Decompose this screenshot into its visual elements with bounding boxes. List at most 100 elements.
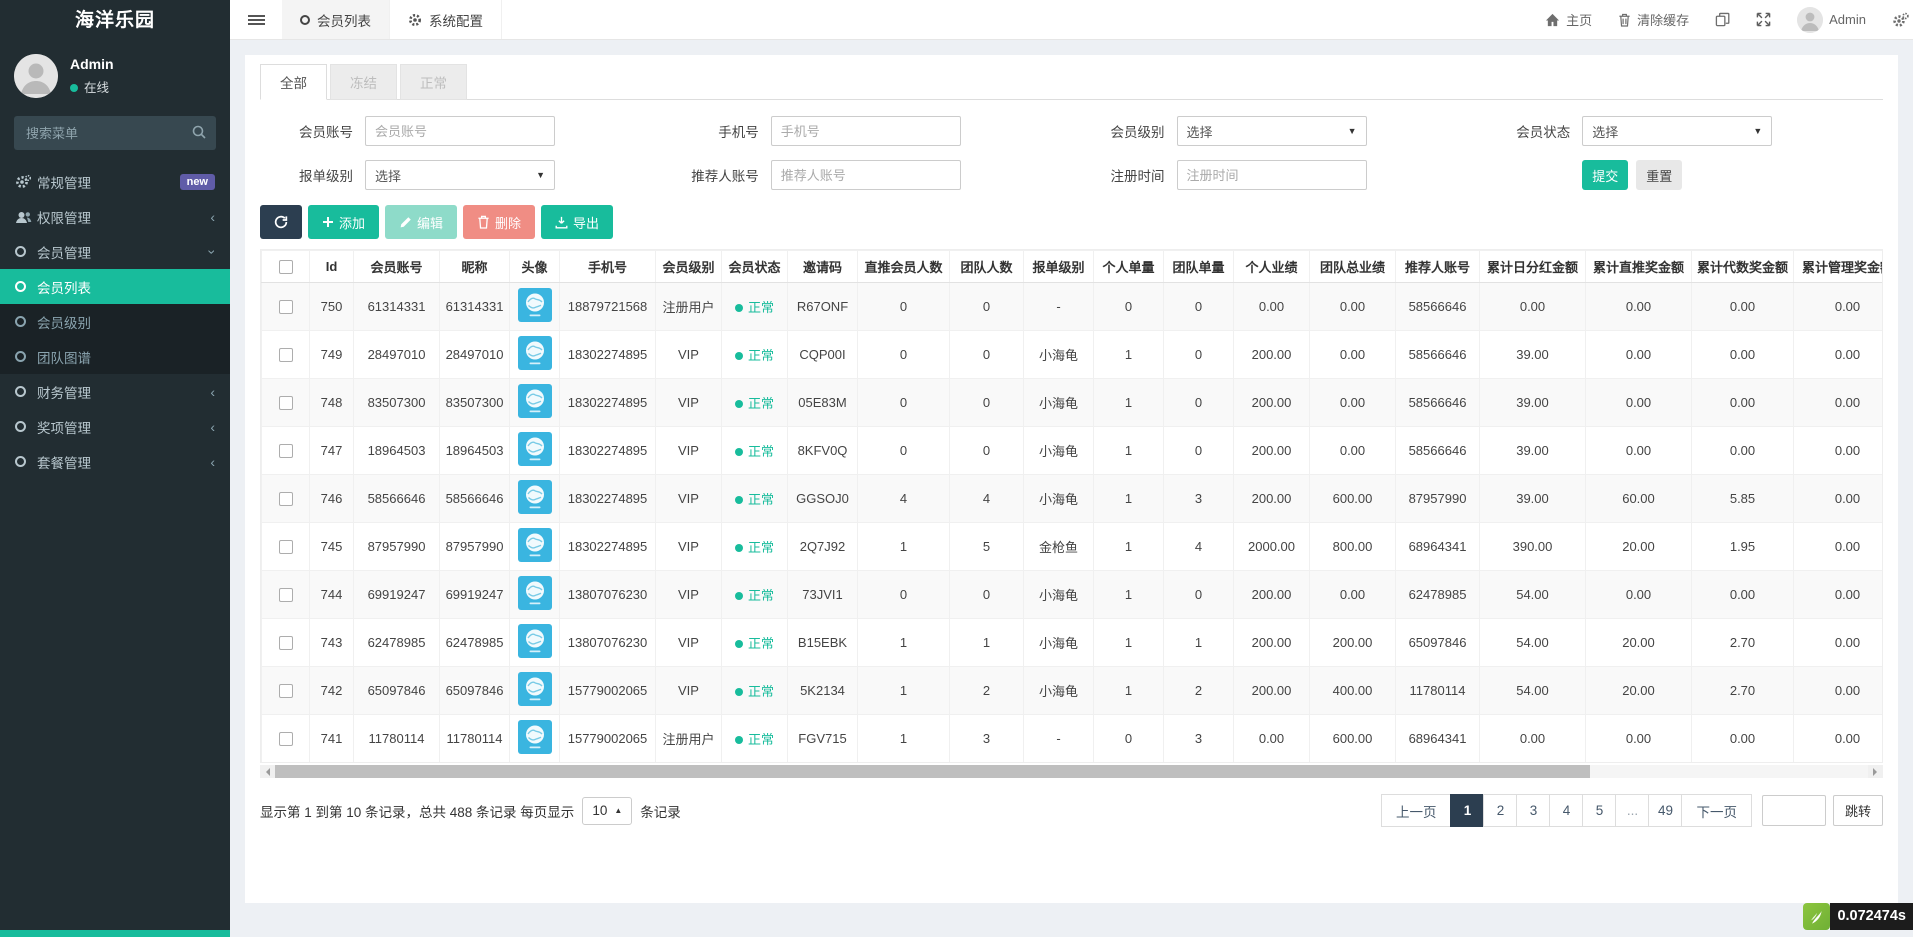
table-row[interactable]: 742650978466509784615779002065VIP正常5K213… xyxy=(262,667,1884,715)
table-row[interactable]: 744699192476991924713807076230VIP正常73JVI… xyxy=(262,571,1884,619)
row-checkbox[interactable] xyxy=(279,444,293,458)
column-header[interactable]: 个人业绩 xyxy=(1234,251,1310,283)
cell-team_perf: 0.00 xyxy=(1310,379,1396,427)
menu-search-input[interactable] xyxy=(14,116,216,150)
phone-label: 手机号 xyxy=(666,121,771,141)
fullscreen-icon[interactable] xyxy=(1756,12,1771,27)
submit-button[interactable]: 提交 xyxy=(1582,160,1628,190)
column-header[interactable]: 团队人数 xyxy=(950,251,1024,283)
row-checkbox[interactable] xyxy=(279,396,293,410)
column-header[interactable]: 直推会员人数 xyxy=(858,251,950,283)
column-header[interactable]: 累计管理奖金额 xyxy=(1794,251,1884,283)
search-icon[interactable] xyxy=(191,124,207,140)
page-button-4[interactable]: 4 xyxy=(1549,794,1583,827)
row-checkbox[interactable] xyxy=(279,348,293,362)
order-level-select[interactable]: 选择▼ xyxy=(365,160,555,190)
table-row[interactable]: 741117801141178011415779002065注册用户正常FGV7… xyxy=(262,715,1884,763)
edit-button[interactable]: 编辑 xyxy=(385,205,457,239)
row-checkbox[interactable] xyxy=(279,492,293,506)
column-header[interactable]: 昵称 xyxy=(440,251,510,283)
table-row[interactable]: 749284970102849701018302274895VIP正常CQP00… xyxy=(262,331,1884,379)
column-header[interactable]: 累计代数奖金额 xyxy=(1692,251,1794,283)
sidebar-toggle-button[interactable] xyxy=(230,0,282,39)
column-header[interactable]: 累计日分红金额 xyxy=(1480,251,1586,283)
clear-cache-link[interactable]: 清除缓存 xyxy=(1618,10,1689,29)
jump-page-input[interactable] xyxy=(1762,795,1826,826)
table-row[interactable]: 750613143316131433118879721568注册用户正常R67O… xyxy=(262,283,1884,331)
member-status-select[interactable]: 选择▼ xyxy=(1582,116,1772,146)
column-header[interactable]: 团队总业绩 xyxy=(1310,251,1396,283)
row-checkbox[interactable] xyxy=(279,636,293,650)
copy-files-icon[interactable] xyxy=(1715,12,1730,27)
horizontal-scrollbar[interactable] xyxy=(260,765,1883,778)
table-row[interactable]: 743624789856247898513807076230VIP正常B15EB… xyxy=(262,619,1884,667)
tab-frozen[interactable]: 冻结 xyxy=(330,64,397,100)
sidebar-item-general-management[interactable]: 常规管理 new xyxy=(0,164,230,199)
reg-time-input[interactable] xyxy=(1177,160,1367,190)
cell-avatar xyxy=(510,523,560,571)
next-page-button[interactable]: 下一页 xyxy=(1681,794,1752,827)
home-link[interactable]: 主页 xyxy=(1545,10,1592,29)
scrollbar-thumb[interactable] xyxy=(275,765,1590,778)
row-checkbox[interactable] xyxy=(279,732,293,746)
column-header[interactable]: 累计直推奖金额 xyxy=(1586,251,1692,283)
column-header[interactable]: 会员账号 xyxy=(354,251,440,283)
table-row[interactable]: 746585666465856664618302274895VIP正常GGSOJ… xyxy=(262,475,1884,523)
add-button[interactable]: 添加 xyxy=(308,205,379,239)
page-size-select[interactable]: 10▲ xyxy=(582,797,632,825)
scroll-left-arrow[interactable] xyxy=(260,765,275,778)
reset-button[interactable]: 重置 xyxy=(1636,160,1682,190)
column-header[interactable]: 会员级别 xyxy=(656,251,722,283)
level-select[interactable]: 选择▼ xyxy=(1177,116,1367,146)
table-row[interactable]: 745879579908795799018302274895VIP正常2Q7J9… xyxy=(262,523,1884,571)
sidebar-item-award-management[interactable]: 奖项管理 ‹ xyxy=(0,409,230,444)
plus-icon xyxy=(322,216,334,228)
page-button-3[interactable]: 3 xyxy=(1516,794,1550,827)
scroll-right-arrow[interactable] xyxy=(1868,765,1883,778)
sidebar-item-team-graph[interactable]: 团队图谱 xyxy=(0,339,230,374)
sidebar-item-finance-management[interactable]: 财务管理 ‹ xyxy=(0,374,230,409)
user-menu[interactable]: Admin xyxy=(1797,7,1866,33)
column-header[interactable]: 会员状态 xyxy=(722,251,788,283)
column-header[interactable]: 邀请码 xyxy=(788,251,858,283)
sidebar-item-permission-management[interactable]: 权限管理 ‹ xyxy=(0,199,230,234)
cell-personal_qty: 1 xyxy=(1094,667,1164,715)
tab-member-list[interactable]: 会员列表 xyxy=(282,0,390,39)
row-checkbox[interactable] xyxy=(279,588,293,602)
row-select-cell xyxy=(262,475,310,523)
export-button[interactable]: 导出 xyxy=(541,205,613,239)
tab-normal[interactable]: 正常 xyxy=(400,64,467,100)
delete-button[interactable]: 删除 xyxy=(463,205,535,239)
refresh-button[interactable] xyxy=(260,205,302,239)
column-header[interactable]: 头像 xyxy=(510,251,560,283)
sidebar-item-member-management[interactable]: 会员管理 › xyxy=(0,234,230,269)
row-checkbox[interactable] xyxy=(279,684,293,698)
column-header[interactable]: 手机号 xyxy=(560,251,656,283)
page-button-2[interactable]: 2 xyxy=(1483,794,1517,827)
phone-input[interactable] xyxy=(771,116,961,146)
row-select-cell xyxy=(262,331,310,379)
row-checkbox[interactable] xyxy=(279,540,293,554)
column-header[interactable]: 推荐人账号 xyxy=(1396,251,1480,283)
account-input[interactable] xyxy=(365,116,555,146)
table-row[interactable]: 748835073008350730018302274895VIP正常05E83… xyxy=(262,379,1884,427)
column-header[interactable]: Id xyxy=(310,251,354,283)
select-all-checkbox[interactable] xyxy=(279,260,293,274)
sidebar-item-package-management[interactable]: 套餐管理 ‹ xyxy=(0,444,230,479)
sidebar-item-member-level[interactable]: 会员级别 xyxy=(0,304,230,339)
jump-button[interactable]: 跳转 xyxy=(1833,795,1883,826)
prev-page-button[interactable]: 上一页 xyxy=(1381,794,1452,827)
tab-all[interactable]: 全部 xyxy=(260,64,327,100)
row-checkbox[interactable] xyxy=(279,300,293,314)
page-button-1[interactable]: 1 xyxy=(1450,794,1484,827)
page-button-5[interactable]: 5 xyxy=(1582,794,1616,827)
sidebar-item-member-list[interactable]: 会员列表 xyxy=(0,269,230,304)
page-button-49[interactable]: 49 xyxy=(1648,794,1682,827)
table-row[interactable]: 747189645031896450318302274895VIP正常8KFV0… xyxy=(262,427,1884,475)
tab-system-config[interactable]: 系统配置 xyxy=(390,0,502,39)
referrer-input[interactable] xyxy=(771,160,961,190)
column-header[interactable]: 个人单量 xyxy=(1094,251,1164,283)
column-header[interactable]: 团队单量 xyxy=(1164,251,1234,283)
column-header[interactable]: 报单级别 xyxy=(1024,251,1094,283)
settings-gears-icon[interactable] xyxy=(1892,12,1909,28)
